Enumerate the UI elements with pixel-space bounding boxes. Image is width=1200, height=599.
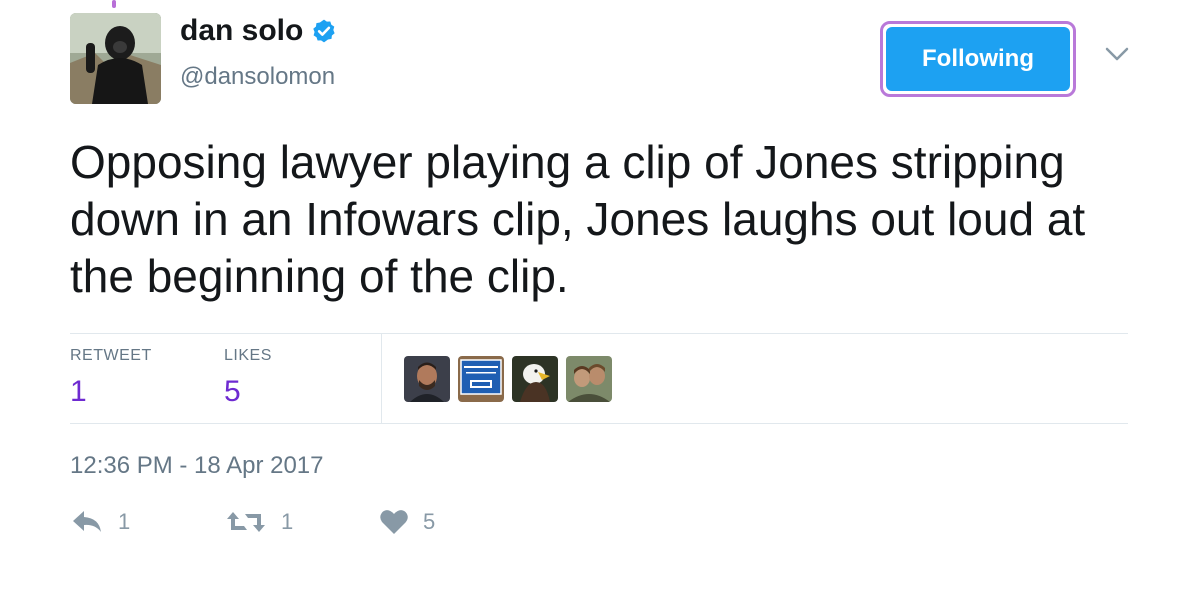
liker-avatars bbox=[404, 356, 612, 402]
tweet-timestamp[interactable]: 12:36 PM - 18 Apr 2017 bbox=[70, 452, 324, 480]
heart-icon bbox=[380, 510, 408, 534]
man-face-image bbox=[404, 356, 450, 402]
following-button[interactable]: Following bbox=[886, 27, 1070, 91]
stats-divider-top bbox=[70, 333, 1128, 334]
retweet-icon bbox=[227, 512, 265, 532]
trump-sign-image bbox=[458, 356, 504, 402]
retweet-stat[interactable]: RETWEET 1 bbox=[70, 347, 152, 409]
reply-icon bbox=[73, 511, 101, 532]
retweet-count: 1 bbox=[281, 509, 294, 534]
likes-stat[interactable]: LIKES 5 bbox=[224, 347, 272, 409]
chevron-down-icon[interactable] bbox=[1104, 44, 1130, 64]
reply-button[interactable]: 1 bbox=[70, 508, 225, 536]
follow-button-focus-ring: Following bbox=[880, 21, 1076, 97]
like-button[interactable]: 5 bbox=[379, 508, 435, 536]
liker-avatar-eagle[interactable] bbox=[512, 356, 558, 402]
stats-divider-vertical bbox=[381, 333, 382, 423]
tweet-text: Opposing lawyer playing a clip of Jones … bbox=[70, 136, 1086, 302]
reply-count: 1 bbox=[118, 509, 131, 534]
author-avatar[interactable] bbox=[70, 13, 161, 104]
verified-badge-icon bbox=[313, 19, 335, 43]
retweet-stat-label: RETWEET bbox=[70, 347, 152, 364]
likes-stat-count: 5 bbox=[224, 375, 241, 408]
liker-avatar-people[interactable] bbox=[566, 356, 612, 402]
likes-stat-label: LIKES bbox=[224, 347, 272, 364]
people-photo-image bbox=[566, 356, 612, 402]
tweet-actions: 1 1 5 bbox=[70, 508, 435, 536]
thread-connector-line bbox=[112, 0, 116, 8]
author-handle[interactable]: @dansolomon bbox=[180, 63, 335, 91]
retweet-stat-count: 1 bbox=[70, 375, 87, 408]
gorilla-avatar-image bbox=[70, 13, 161, 104]
eagle-image bbox=[512, 356, 558, 402]
liker-avatar-man[interactable] bbox=[404, 356, 450, 402]
timestamp-divider bbox=[70, 423, 1128, 424]
retweet-button[interactable]: 1 bbox=[225, 508, 379, 536]
liker-avatar-trump-2017-sign[interactable] bbox=[458, 356, 504, 402]
like-count: 5 bbox=[423, 509, 436, 534]
author-display-name[interactable]: dan solo bbox=[180, 16, 303, 46]
